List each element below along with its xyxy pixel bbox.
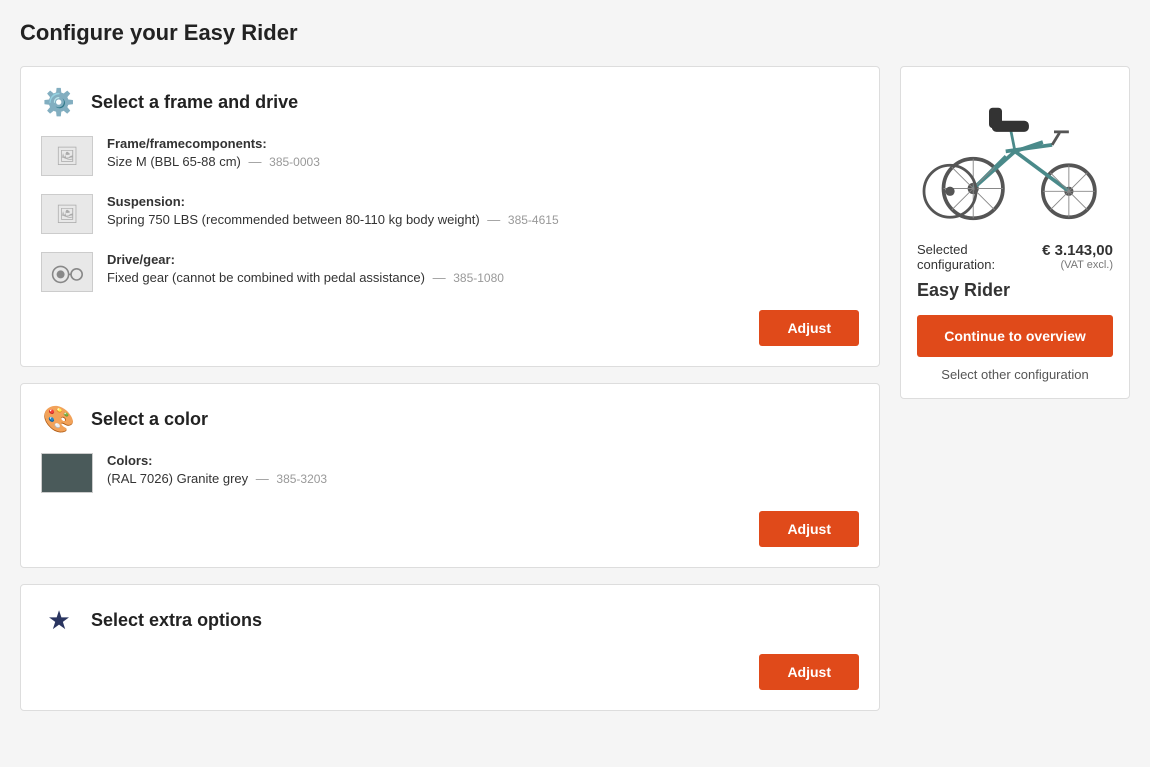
right-column: Selected configuration: € 3.143,00 (VAT … [900, 66, 1130, 399]
bike-illustration [920, 91, 1110, 221]
suspension-item-row: 🖼 Suspension: Spring 750 LBS (recommende… [41, 194, 859, 234]
star-icon: ★ [41, 605, 77, 636]
palette-icon: 🎨 [41, 404, 77, 435]
price-label: € 3.143,00 [1042, 242, 1113, 259]
color-item-label: Colors: [107, 453, 859, 468]
selected-config-label: Selected configuration: [917, 242, 995, 272]
frame-card-footer: Adjust [41, 310, 859, 346]
color-card: 🎨 Select a color Colors: (RAL 7026) Gran… [20, 383, 880, 568]
extra-options-title: Select extra options [91, 610, 262, 631]
suspension-item-value: Spring 750 LBS (recommended between 80-1… [107, 212, 859, 227]
extra-options-card: ★ Select extra options Adjust [20, 584, 880, 711]
color-adjust-button[interactable]: Adjust [759, 511, 859, 547]
color-item-info: Colors: (RAL 7026) Granite grey — 385-32… [107, 453, 859, 486]
bike-image-area [917, 83, 1113, 228]
select-other-configuration-link[interactable]: Select other configuration [917, 367, 1113, 382]
suspension-thumbnail: 🖼 [41, 194, 93, 234]
frame-drive-card: ⚙️ Select a frame and drive 🖼 Frame/fram… [20, 66, 880, 367]
continue-overview-button[interactable]: Continue to overview [917, 315, 1113, 357]
drive-item-row: Drive/gear: Fixed gear (cannot be combin… [41, 252, 859, 292]
sidebar-card: Selected configuration: € 3.143,00 (VAT … [900, 66, 1130, 399]
frame-thumbnail: 🖼 [41, 136, 93, 176]
selected-config-row: Selected configuration: € 3.143,00 (VAT … [917, 242, 1113, 272]
drive-item-value: Fixed gear (cannot be combined with peda… [107, 270, 859, 285]
color-swatch [41, 453, 93, 493]
color-item-value: (RAL 7026) Granite grey — 385-3203 [107, 471, 859, 486]
image-placeholder-icon: 🖼 [56, 204, 79, 225]
frame-drive-title: Select a frame and drive [91, 92, 298, 113]
extra-adjust-button[interactable]: Adjust [759, 654, 859, 690]
frame-item-label: Frame/framecomponents: [107, 136, 859, 151]
suspension-item-label: Suspension: [107, 194, 859, 209]
color-card-footer: Adjust [41, 511, 859, 547]
settings-icon: ⚙️ [41, 87, 77, 118]
suspension-item-info: Suspension: Spring 750 LBS (recommended … [107, 194, 859, 227]
page-wrapper: Configure your Easy Rider ⚙️ Select a fr… [0, 0, 1150, 731]
drive-item-info: Drive/gear: Fixed gear (cannot be combin… [107, 252, 859, 285]
drive-gear-icon [51, 258, 83, 286]
color-title: Select a color [91, 409, 208, 430]
vat-label: (VAT excl.) [1042, 259, 1113, 271]
color-item-row: Colors: (RAL 7026) Granite grey — 385-32… [41, 453, 859, 493]
card-header-frame: ⚙️ Select a frame and drive [41, 87, 859, 118]
price-vat-group: € 3.143,00 (VAT excl.) [1042, 242, 1113, 271]
frame-item-value: Size M (BBL 65-88 cm) — 385-0003 [107, 154, 859, 169]
page-title: Configure your Easy Rider [20, 20, 1130, 46]
frame-adjust-button[interactable]: Adjust [759, 310, 859, 346]
drive-thumbnail [41, 252, 93, 292]
image-placeholder-icon: 🖼 [56, 146, 79, 167]
card-header-color: 🎨 Select a color [41, 404, 859, 435]
card-header-extra: ★ Select extra options [41, 605, 859, 636]
product-name: Easy Rider [917, 280, 1113, 301]
left-column: ⚙️ Select a frame and drive 🖼 Frame/fram… [20, 66, 880, 711]
drive-item-label: Drive/gear: [107, 252, 859, 267]
main-layout: ⚙️ Select a frame and drive 🖼 Frame/fram… [20, 66, 1130, 711]
frame-item-row: 🖼 Frame/framecomponents: Size M (BBL 65-… [41, 136, 859, 176]
extra-options-footer: Adjust [41, 654, 859, 690]
frame-item-info: Frame/framecomponents: Size M (BBL 65-88… [107, 136, 859, 169]
